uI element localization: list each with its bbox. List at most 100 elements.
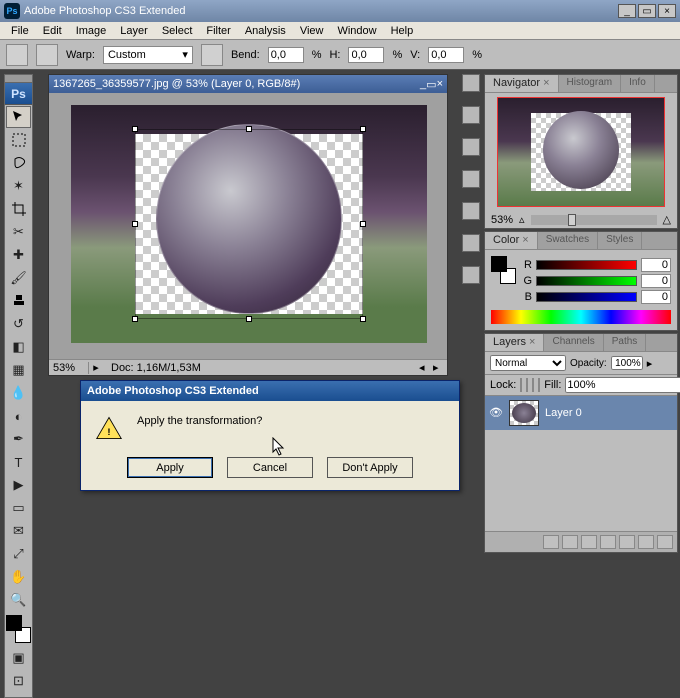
navigator-zoom-value[interactable]: 53% [491, 214, 513, 226]
tab-paths[interactable]: Paths [604, 334, 647, 351]
zoom-tool[interactable]: 🔍 [6, 589, 31, 611]
r-input[interactable] [641, 258, 671, 272]
layer-thumbnail[interactable] [509, 400, 539, 426]
zoom-slider[interactable] [531, 215, 657, 225]
bend-input[interactable]: 0,0 [268, 47, 304, 63]
tab-color[interactable]: Color× [485, 232, 538, 249]
transform-handle[interactable] [246, 316, 252, 322]
hue-ramp[interactable] [491, 310, 671, 324]
transform-handle[interactable] [360, 126, 366, 132]
blend-mode-select[interactable]: Normal [490, 355, 566, 371]
b-slider[interactable] [536, 292, 637, 302]
pen-tool[interactable]: ✒ [6, 428, 31, 450]
group-icon[interactable] [619, 535, 635, 549]
menu-layer[interactable]: Layer [113, 25, 155, 37]
hand-tool[interactable]: ✋ [6, 566, 31, 588]
dialog-titlebar[interactable]: Adobe Photoshop CS3 Extended [81, 381, 459, 401]
r-slider[interactable] [536, 260, 637, 270]
layer-row[interactable]: 👁 Layer 0 [485, 396, 677, 430]
quickmask-icon[interactable]: ▣ [6, 647, 31, 669]
color-swatches[interactable] [6, 615, 31, 643]
visibility-icon[interactable]: 👁 [489, 406, 503, 420]
dock-toggle-icon[interactable] [462, 202, 480, 220]
lock-pixels-icon[interactable] [526, 378, 528, 392]
lock-position-icon[interactable] [532, 378, 534, 392]
dock-toggle-icon[interactable] [462, 106, 480, 124]
path-select-tool[interactable]: ▶ [6, 474, 31, 496]
zoom-out-icon[interactable]: ▵ [519, 213, 525, 226]
close-button[interactable]: × [658, 4, 676, 18]
tab-histogram[interactable]: Histogram [559, 75, 622, 92]
warp-grid-icon[interactable] [36, 44, 58, 66]
tab-info[interactable]: Info [621, 75, 655, 92]
move-tool[interactable] [6, 106, 31, 128]
zoom-field[interactable]: 53% [49, 362, 89, 374]
opacity-input[interactable] [611, 356, 643, 370]
menu-filter[interactable]: Filter [199, 25, 237, 37]
document-titlebar[interactable]: 1367265_36359577.jpg @ 53% (Layer 0, RGB… [49, 75, 447, 93]
minimize-button[interactable]: _ [618, 4, 636, 18]
stamp-tool[interactable] [6, 290, 31, 312]
type-tool[interactable]: T [6, 451, 31, 473]
navigator-preview[interactable] [497, 97, 665, 207]
tab-navigator[interactable]: Navigator× [485, 75, 559, 92]
transform-handle[interactable] [132, 221, 138, 227]
trash-icon[interactable] [657, 535, 673, 549]
transform-bounds[interactable] [135, 129, 363, 319]
menu-file[interactable]: File [4, 25, 36, 37]
dock-toggle-icon[interactable] [462, 234, 480, 252]
slice-tool[interactable]: ✂ [6, 221, 31, 243]
tab-layers[interactable]: Layers× [485, 334, 544, 351]
link-layers-icon[interactable] [543, 535, 559, 549]
marquee-tool[interactable] [6, 129, 31, 151]
menu-window[interactable]: Window [330, 25, 383, 37]
tab-swatches[interactable]: Swatches [538, 232, 598, 249]
brush-tool[interactable]: 🖌 [6, 267, 31, 289]
transform-handle[interactable] [132, 316, 138, 322]
eyedropper-tool[interactable]: ⤢ [6, 543, 31, 565]
dont-apply-button[interactable]: Don't Apply [327, 457, 413, 478]
canvas[interactable] [71, 105, 427, 343]
shape-tool[interactable]: ▭ [6, 497, 31, 519]
eraser-tool[interactable]: ◧ [6, 336, 31, 358]
crop-tool[interactable] [6, 198, 31, 220]
transform-handle[interactable] [360, 221, 366, 227]
lasso-tool[interactable] [6, 152, 31, 174]
adjustment-icon[interactable] [600, 535, 616, 549]
b-input[interactable] [641, 290, 671, 304]
warp-orientation-icon[interactable] [201, 44, 223, 66]
fx-icon[interactable] [562, 535, 578, 549]
h-input[interactable]: 0,0 [348, 47, 384, 63]
zoom-in-icon[interactable]: △ [663, 213, 671, 226]
new-layer-icon[interactable] [638, 535, 654, 549]
screenmode-icon[interactable]: ⊡ [6, 670, 31, 692]
fill-input[interactable] [565, 377, 680, 393]
menu-help[interactable]: Help [384, 25, 421, 37]
g-slider[interactable] [536, 276, 637, 286]
menu-select[interactable]: Select [155, 25, 200, 37]
transform-handle[interactable] [132, 126, 138, 132]
g-input[interactable] [641, 274, 671, 288]
menu-view[interactable]: View [293, 25, 331, 37]
gradient-tool[interactable]: ▦ [6, 359, 31, 381]
notes-tool[interactable]: ✉ [6, 520, 31, 542]
dock-toggle-icon[interactable] [462, 74, 480, 92]
maximize-button[interactable]: ▭ [638, 4, 656, 18]
dodge-tool[interactable]: ◐ [6, 405, 31, 427]
dock-toggle-icon[interactable] [462, 138, 480, 156]
menu-edit[interactable]: Edit [36, 25, 69, 37]
menu-analysis[interactable]: Analysis [238, 25, 293, 37]
warp-select[interactable]: Custom▾ [103, 46, 193, 64]
menu-image[interactable]: Image [69, 25, 114, 37]
transform-handle[interactable] [360, 316, 366, 322]
cancel-button[interactable]: Cancel [227, 457, 313, 478]
dock-toggle-icon[interactable] [462, 266, 480, 284]
lock-transparent-icon[interactable] [520, 378, 522, 392]
tab-channels[interactable]: Channels [544, 334, 603, 351]
apply-button[interactable]: Apply [127, 457, 213, 478]
transform-icon[interactable] [6, 44, 28, 66]
healing-tool[interactable]: ✚ [6, 244, 31, 266]
opacity-flyout-icon[interactable]: ▸ [647, 357, 653, 370]
mask-icon[interactable] [581, 535, 597, 549]
blur-tool[interactable]: 💧 [6, 382, 31, 404]
